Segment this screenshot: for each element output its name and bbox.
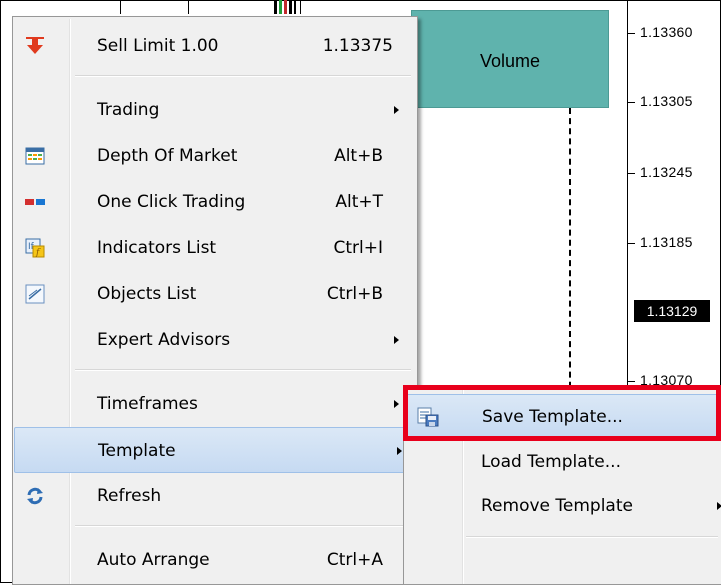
menu-item-label: Auto Arrange <box>97 550 210 570</box>
volume-label-box[interactable]: Volume <box>411 10 609 108</box>
price-label: 1.13245 <box>640 164 693 180</box>
menu-item-template[interactable]: Template <box>14 427 415 473</box>
sell-arrow-icon <box>26 37 44 54</box>
menu-item-label: Expert Advisors <box>97 330 231 350</box>
menu-item-save-template[interactable]: Save Template... <box>406 394 720 438</box>
menu-item-label: Objects List <box>97 284 197 304</box>
menu-item-timeframes[interactable]: Timeframes <box>17 381 413 427</box>
menu-item-label: Depth Of Market <box>97 146 238 166</box>
menu-item-load-template[interactable]: Load Template... <box>406 440 720 484</box>
menu-item-label: Load Template... <box>481 452 621 472</box>
menu-item-depth-of-market[interactable]: Depth Of Market Alt+B <box>17 133 413 179</box>
price-axis-tick <box>628 173 635 174</box>
refresh-icon <box>27 487 43 505</box>
menu-item-label: Trading <box>97 100 160 120</box>
current-price-dashed-line <box>569 108 571 408</box>
price-label: 1.13305 <box>640 93 693 109</box>
indicators-list-icon: Ιf f <box>25 238 45 258</box>
submenu-arrow-icon <box>717 502 721 510</box>
menu-item-label: Save Template... <box>482 407 623 427</box>
price-axis-tick <box>628 243 635 244</box>
menu-item-shortcut: Ctrl+A <box>326 550 383 570</box>
menu-item-label: Indicators List <box>97 238 217 258</box>
menu-item-indicators-list[interactable]: Ιf f Indicators List Ctrl+I <box>17 225 413 271</box>
menu-item-sell-limit[interactable]: Sell Limit 1.00 1.13375 <box>17 23 413 69</box>
menu-item-shortcut: 1.13375 <box>322 36 393 56</box>
submenu-arrow-icon <box>397 447 402 455</box>
menu-separator <box>466 536 718 538</box>
submenu-arrow-icon <box>394 400 399 408</box>
one-click-trading-icon <box>25 199 45 205</box>
menu-item-label: Template <box>98 441 176 461</box>
menu-item-expert-advisors[interactable]: Expert Advisors <box>17 317 413 363</box>
submenu-arrow-icon <box>394 106 399 114</box>
menu-item-shortcut: Alt+T <box>335 192 383 212</box>
submenu-arrow-icon <box>394 336 399 344</box>
menu-item-label: Timeframes <box>97 394 198 414</box>
menu-item-label: One Click Trading <box>97 192 246 212</box>
objects-list-icon <box>25 284 45 304</box>
menu-item-label: Refresh <box>97 486 162 506</box>
candlestick <box>274 0 296 14</box>
menu-item-trading[interactable]: Trading <box>17 87 413 133</box>
menu-item-remove-template[interactable]: Remove Template <box>406 484 721 528</box>
menu-item-label: Sell Limit 1.00 <box>97 36 219 56</box>
menu-item-refresh[interactable]: Refresh <box>17 473 413 519</box>
menu-separator <box>75 75 411 77</box>
menu-item-one-click-trading[interactable]: One Click Trading Alt+T <box>17 179 413 225</box>
menu-item-shortcut: Alt+B <box>334 146 383 166</box>
current-price-label: 1.13129 <box>634 300 710 322</box>
chart-context-menu: Sell Limit 1.00 1.13375 Trading Depth Of… <box>12 16 418 585</box>
depth-of-market-icon <box>25 147 45 165</box>
price-label: 1.13360 <box>640 24 693 40</box>
chart-grid-line <box>300 0 301 14</box>
menu-item-shortcut: Ctrl+I <box>333 238 383 258</box>
save-template-icon <box>417 407 439 427</box>
chart-grid-line <box>120 0 121 14</box>
menu-item-objects-list[interactable]: Objects List Ctrl+B <box>17 271 413 317</box>
menu-item-auto-arrange[interactable]: Auto Arrange Ctrl+A <box>17 537 413 583</box>
price-axis-tick <box>628 102 635 103</box>
menu-item-label: Remove Template <box>481 496 633 516</box>
menu-separator <box>75 525 411 527</box>
price-label: 1.13185 <box>640 234 693 250</box>
volume-label: Volume <box>479 50 541 71</box>
price-axis-tick <box>628 381 635 382</box>
menu-separator <box>75 369 411 371</box>
price-axis-tick <box>628 33 635 34</box>
chart-grid-line <box>188 0 189 14</box>
menu-item-shortcut: Ctrl+B <box>326 284 383 304</box>
template-submenu: Save Template... Load Template... Remove… <box>403 385 721 585</box>
